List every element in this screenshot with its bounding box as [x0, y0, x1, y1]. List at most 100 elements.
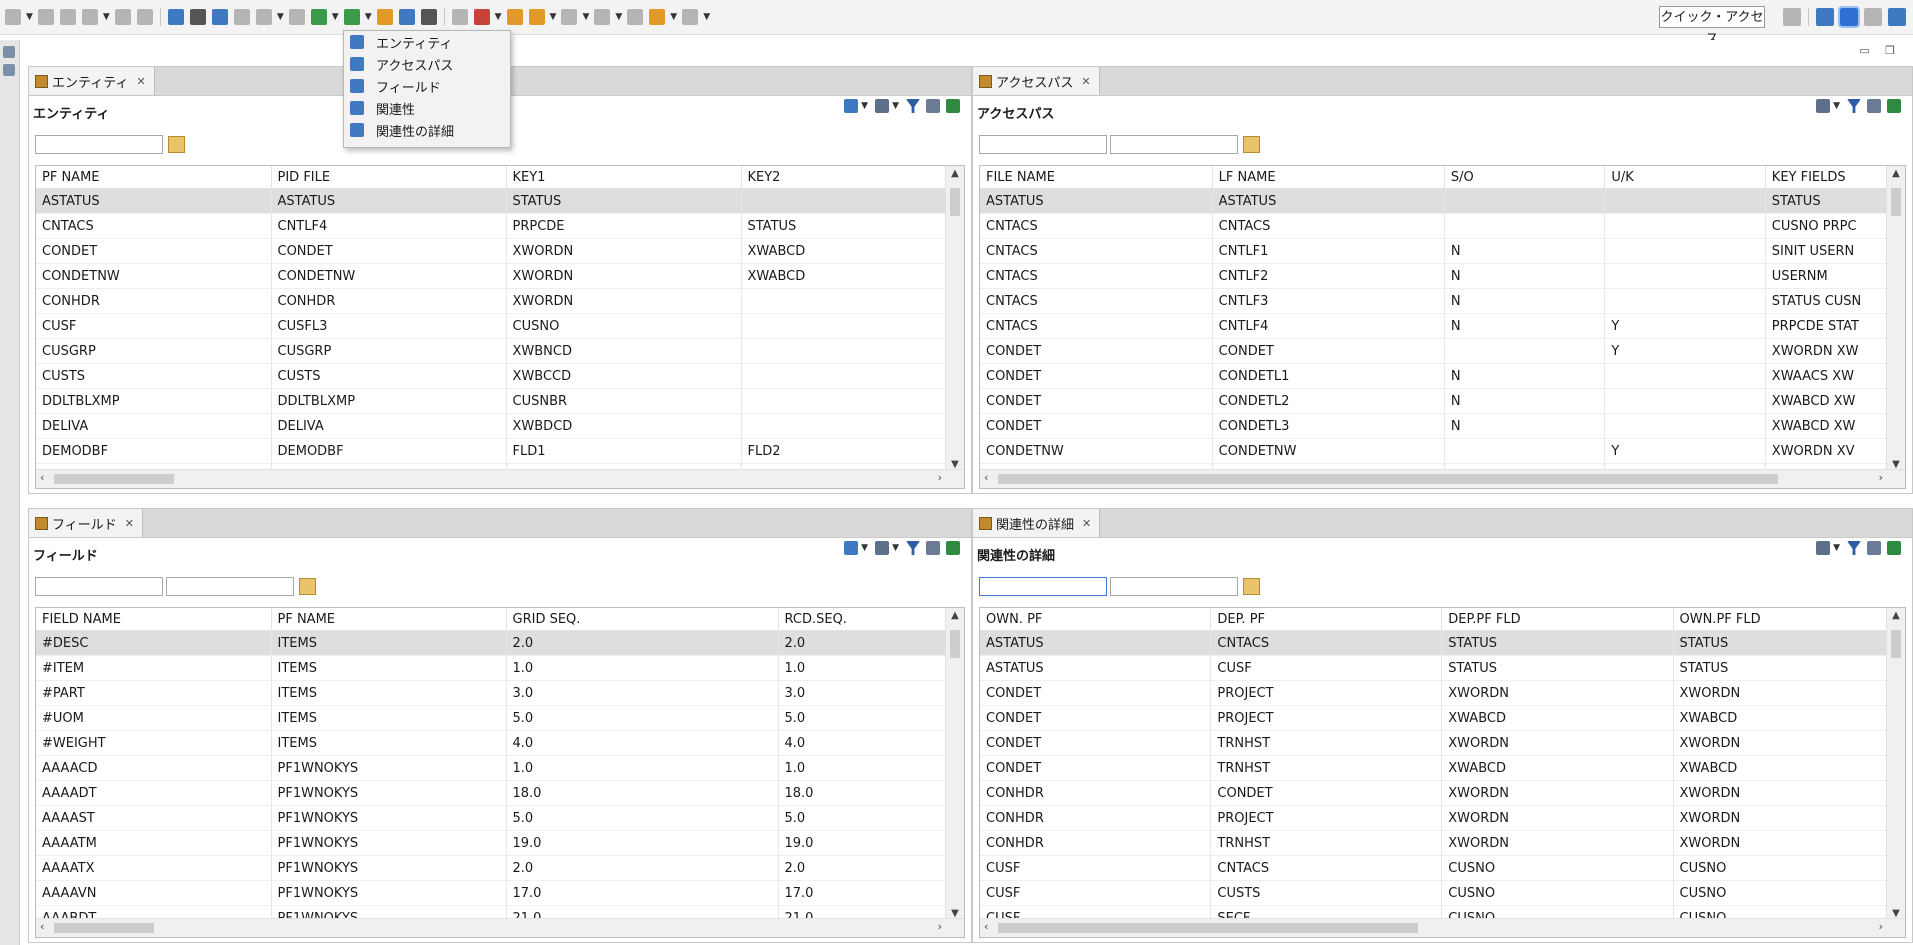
column-header[interactable]: DEP. PF — [1210, 608, 1443, 631]
scroll-thumb[interactable] — [1891, 630, 1901, 658]
open-perspective-icon[interactable] — [167, 9, 184, 25]
filter-input[interactable] — [35, 135, 163, 154]
table-row[interactable]: ASTATUS ASTATUS STATUS — [36, 188, 962, 214]
clear-filter-icon[interactable] — [926, 99, 940, 113]
tools-icon[interactable] — [398, 9, 415, 25]
chevron-down-icon[interactable]: ▼ — [892, 101, 899, 111]
tab-entity[interactable]: エンティティ ✕ — [29, 67, 155, 95]
filter-input[interactable] — [35, 577, 163, 596]
chevron-down-icon[interactable]: ▼ — [365, 12, 372, 22]
chevron-down-icon[interactable]: ▼ — [861, 101, 868, 111]
column-header[interactable]: KEY FIELDS — [1765, 166, 1905, 189]
filter-input[interactable] — [1110, 577, 1238, 596]
table-row[interactable]: AAAATX PF1WNOKYS 2.0 2.0 — [36, 855, 962, 881]
filter-icon[interactable] — [906, 99, 920, 113]
table-row[interactable]: CONDET PROJECT XWORDN XWORDN — [980, 680, 1905, 706]
chevron-down-icon[interactable]: ▼ — [550, 12, 557, 22]
scroll-thumb[interactable] — [950, 188, 960, 216]
scroll-up-icon[interactable]: ▲ — [1887, 168, 1905, 179]
table-row[interactable]: CNTACS CNTLF1 N SINIT USERN — [980, 238, 1905, 264]
apply-filter-icon[interactable] — [1243, 136, 1260, 153]
undo-icon[interactable] — [114, 9, 131, 25]
entity-view-dropdown-icon[interactable]: ▼ — [332, 12, 339, 22]
column-header[interactable]: DEP.PF FLD — [1441, 608, 1674, 631]
table-row[interactable]: CONDET TRNHST XWORDN XWORDN — [980, 730, 1905, 756]
save-icon[interactable] — [37, 9, 54, 25]
chevron-down-icon[interactable]: ▼ — [582, 12, 589, 22]
apply-filter-icon[interactable] — [299, 578, 316, 595]
menu-item-entity[interactable]: エンティティ — [344, 31, 510, 53]
export-excel-icon[interactable] — [946, 99, 960, 113]
table-row[interactable]: CUSF CUSFL3 CUSNO — [36, 313, 962, 339]
column-header[interactable]: PID FILE — [271, 166, 507, 189]
column-header[interactable]: FIELD NAME — [36, 608, 272, 631]
export-excel-icon[interactable] — [1887, 541, 1901, 555]
scroll-thumb[interactable] — [998, 923, 1418, 933]
scroll-thumb[interactable] — [998, 474, 1778, 484]
debug-icon[interactable] — [473, 9, 490, 25]
column-header[interactable]: KEY1 — [506, 166, 742, 189]
table-row[interactable]: CONDET CONDETL3 N XWABCD XW — [980, 413, 1905, 439]
info-icon[interactable] — [189, 9, 206, 25]
scroll-thumb[interactable] — [950, 630, 960, 658]
filter-icon[interactable] — [1847, 99, 1861, 113]
new-icon[interactable] — [5, 9, 21, 25]
table-row[interactable]: DELIVA DELIVA XWBDCD — [36, 413, 962, 439]
filter-input[interactable] — [166, 577, 294, 596]
table-row[interactable]: CNTACS CNTACS CUSNO PRPC — [980, 213, 1905, 239]
filter-icon[interactable] — [1847, 541, 1861, 555]
vertical-scrollbar[interactable]: ▲ ▼ — [1886, 166, 1905, 470]
chevron-down-icon[interactable]: ▼ — [103, 12, 110, 22]
perspective-database-icon[interactable] — [1864, 8, 1882, 26]
tree-icon[interactable] — [255, 9, 272, 25]
horizontal-scrollbar[interactable]: ‹ › — [980, 469, 1905, 488]
highlight-icon[interactable] — [506, 9, 523, 25]
chevron-down-icon[interactable]: ▼ — [615, 12, 622, 22]
table-row[interactable]: ASTATUS ASTATUS STATUS — [980, 188, 1905, 214]
close-icon[interactable]: ✕ — [1082, 517, 1091, 530]
table-row[interactable]: #PART ITEMS 3.0 3.0 — [36, 680, 962, 706]
close-icon[interactable]: ✕ — [1081, 75, 1090, 88]
table-row[interactable]: CUSGRP CUSGRP XWBNCD — [36, 338, 962, 364]
scroll-left-icon[interactable]: ‹ — [40, 920, 44, 933]
column-header[interactable]: PF NAME — [271, 608, 507, 631]
menu-item-relationship-detail[interactable]: 関連性の詳細 — [344, 119, 510, 141]
table-row[interactable]: CNTACS CNTLF4 PRPCDE STATUS — [36, 213, 962, 239]
export-excel-icon[interactable] — [946, 541, 960, 555]
table-row[interactable]: CUSF CUSTS CUSNO CUSNO — [980, 880, 1905, 906]
edit-icon[interactable] — [376, 9, 393, 25]
table-row[interactable]: CONDET TRNHST XWABCD XWABCD — [980, 755, 1905, 781]
table-row[interactable]: AAAATM PF1WNOKYS 19.0 19.0 — [36, 830, 962, 856]
search-icon[interactable] — [451, 9, 468, 25]
table-row[interactable]: CONHDR CONHDR XWORDN — [36, 288, 962, 314]
chevron-down-icon[interactable]: ▼ — [892, 543, 899, 553]
scroll-right-icon[interactable]: › — [938, 471, 942, 484]
column-header[interactable]: OWN.PF FLD — [1673, 608, 1905, 631]
chevron-down-icon[interactable]: ▼ — [26, 12, 33, 22]
table-row[interactable]: CONHDR TRNHST XWORDN XWORDN — [980, 830, 1905, 856]
table-row[interactable]: CONDET CONDET Y XWORDN XW — [980, 338, 1905, 364]
table-row[interactable]: CNTACS CNTLF4 N Y PRPCDE STAT — [980, 313, 1905, 339]
perspective-java-icon[interactable] — [1816, 8, 1834, 26]
apply-filter-icon[interactable] — [168, 136, 185, 153]
table-row[interactable]: AAAACD PF1WNOKYS 1.0 1.0 — [36, 755, 962, 781]
table-row[interactable]: CNTACS CNTLF2 N USERNM — [980, 263, 1905, 289]
clear-filter-icon[interactable] — [1867, 541, 1881, 555]
scroll-right-icon[interactable]: › — [1879, 920, 1883, 933]
table-row[interactable]: CONHDR CONDET XWORDN XWORDN — [980, 780, 1905, 806]
column-header[interactable]: U/K — [1604, 166, 1766, 189]
save-all-icon[interactable] — [59, 9, 76, 25]
quick-access-field[interactable]: クイック・アクセス — [1659, 6, 1765, 47]
layout-icon[interactable] — [844, 541, 859, 555]
properties-icon[interactable] — [81, 9, 98, 25]
copy-icon[interactable] — [211, 9, 228, 25]
scroll-left-icon[interactable]: ‹ — [984, 920, 988, 933]
scroll-up-icon[interactable]: ▲ — [1887, 610, 1905, 621]
column-header[interactable]: FILE NAME — [980, 166, 1213, 189]
table-row[interactable]: AAAADT PF1WNOKYS 18.0 18.0 — [36, 780, 962, 806]
perspective-active-icon[interactable] — [1838, 6, 1860, 28]
export-excel-icon[interactable] — [1887, 99, 1901, 113]
entity-view-icon[interactable] — [310, 9, 327, 25]
vertical-scrollbar[interactable]: ▲ ▼ — [945, 608, 964, 919]
run-icon[interactable] — [343, 9, 360, 25]
